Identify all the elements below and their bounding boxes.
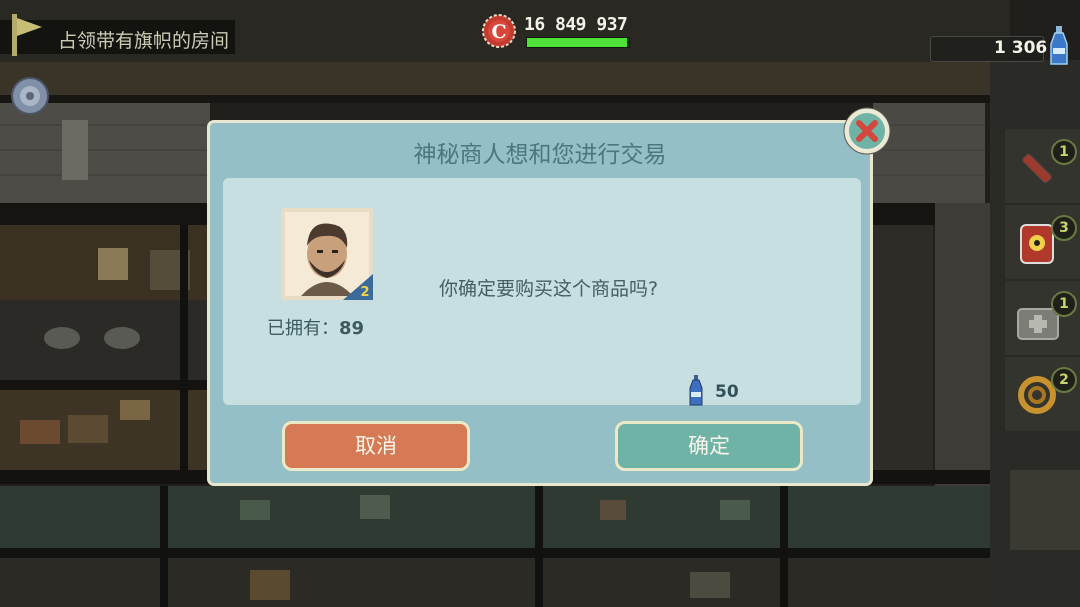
- trade-dialog: 神秘商人想和您进行交易 2 已拥有：89 你确定要购买这个商品吗? 50 取消 …: [207, 120, 873, 486]
- portrait-level: 2: [360, 285, 369, 300]
- dweller-portrait: 2: [281, 208, 373, 300]
- nuka-quantum-bottle-icon: [1050, 26, 1068, 65]
- radaway-count: 3: [1051, 215, 1077, 241]
- dialog-title: 神秘商人想和您进行交易: [413, 142, 667, 168]
- nuka-quantum-bottle-icon: [689, 375, 703, 406]
- confirm-button[interactable]: 确定: [615, 421, 803, 471]
- rope-count: 2: [1051, 367, 1077, 393]
- close-icon[interactable]: [842, 106, 892, 156]
- quest-text: 占领带有旗帜的房间: [58, 30, 230, 52]
- svg-text:C: C: [491, 21, 506, 43]
- side-item-rope[interactable]: 2: [1005, 356, 1080, 431]
- caps-count: 16 849 937: [524, 14, 628, 35]
- dialog-content-panel: 2 已拥有：89 你确定要购买这个商品吗? 50: [223, 178, 861, 406]
- stimpak-count: 1: [1051, 139, 1077, 165]
- side-item-stimpak[interactable]: 1: [1005, 128, 1080, 203]
- owned-line: 已拥有：89: [267, 314, 364, 340]
- cancel-button[interactable]: 取消: [282, 421, 470, 471]
- vault-health-bar: [526, 37, 630, 48]
- flag-icon: [12, 14, 42, 56]
- vault-gear-icon[interactable]: [10, 76, 50, 116]
- purchase-question: 你确定要购买这个商品吗?: [439, 278, 659, 300]
- side-item-first-aid[interactable]: 1: [1005, 280, 1080, 355]
- nuka-quantum-count: 1 306: [994, 38, 1048, 58]
- side-item-radaway[interactable]: 3: [1005, 204, 1080, 279]
- first-aid-count: 1: [1051, 291, 1077, 317]
- vault-health-fill: [527, 38, 627, 47]
- bottle-cap-icon: C: [482, 14, 516, 48]
- owned-label: 已拥有：: [267, 318, 339, 339]
- price-value: 50: [715, 382, 739, 402]
- owned-count: 89: [339, 318, 365, 339]
